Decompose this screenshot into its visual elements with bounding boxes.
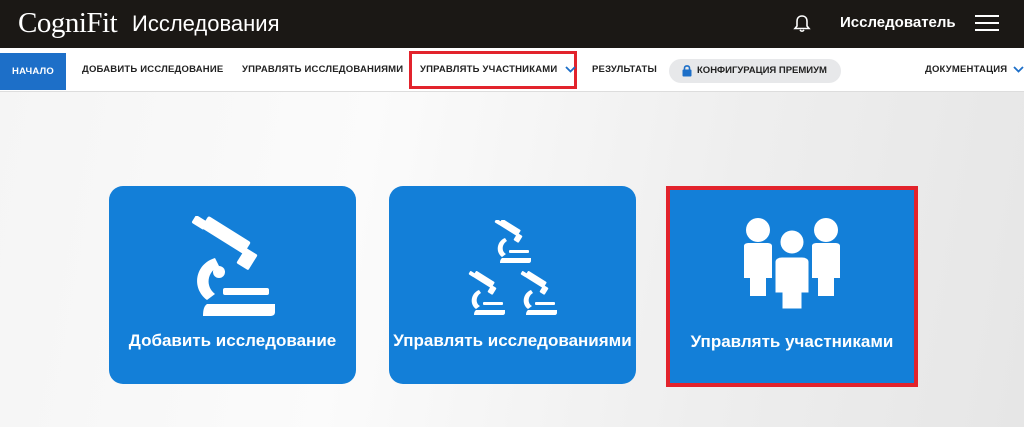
nav-results[interactable]: РЕЗУЛЬТАТЫ bbox=[592, 48, 657, 92]
microscope-icon bbox=[191, 216, 275, 316]
nav-manage-participants[interactable]: УПРАВЛЯТЬ УЧАСТНИКАМИ bbox=[420, 48, 576, 92]
card-manage-participants-label: Управлять участниками bbox=[690, 332, 894, 351]
nav-add-study[interactable]: ДОБАВИТЬ ИССЛЕДОВАНИЕ bbox=[82, 48, 223, 92]
premium-config-label: КОНФИГУРАЦИЯ ПРЕМИУМ bbox=[697, 65, 827, 76]
card-manage-studies-label: Управлять исследованиями bbox=[393, 331, 632, 350]
bell-icon[interactable] bbox=[792, 14, 812, 34]
nav-home[interactable]: НАЧАЛО bbox=[0, 53, 66, 90]
card-add-study[interactable]: Добавить исследование bbox=[109, 186, 356, 384]
nav-manage-studies[interactable]: УПРАВЛЯТЬ ИССЛЕДОВАНИЯМИ bbox=[242, 48, 403, 92]
chevron-down-icon bbox=[1013, 66, 1024, 73]
nav-documentation-label: ДОКУМЕНТАЦИЯ bbox=[925, 64, 1008, 75]
card-manage-participants[interactable]: Управлять участниками bbox=[670, 190, 914, 383]
user-menu[interactable]: Исследователь bbox=[840, 14, 956, 31]
hamburger-menu-icon[interactable] bbox=[975, 15, 999, 33]
logo[interactable]: CogniFit bbox=[18, 7, 118, 40]
nav-manage-participants-label: УПРАВЛЯТЬ УЧАСТНИКАМИ bbox=[420, 64, 558, 75]
nav-documentation[interactable]: ДОКУМЕНТАЦИЯ bbox=[925, 48, 1024, 92]
users-group-icon bbox=[744, 218, 840, 312]
microscopes-icon bbox=[468, 220, 557, 315]
logo-subtitle: Исследования bbox=[132, 11, 280, 36]
card-manage-studies[interactable]: Управлять исследованиями bbox=[389, 186, 636, 384]
lock-icon bbox=[682, 65, 692, 77]
top-header: CogniFit Исследования Исследователь bbox=[0, 0, 1024, 48]
premium-config-button[interactable]: КОНФИГУРАЦИЯ ПРЕМИУМ bbox=[669, 59, 841, 83]
card-add-study-label: Добавить исследование bbox=[128, 331, 337, 350]
chevron-down-icon bbox=[565, 66, 576, 73]
main-nav: НАЧАЛО ДОБАВИТЬ ИССЛЕДОВАНИЕ УПРАВЛЯТЬ И… bbox=[0, 48, 1024, 92]
